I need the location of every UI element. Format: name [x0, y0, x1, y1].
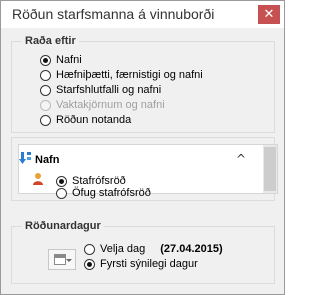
person-icon [33, 173, 43, 185]
radio-button [40, 99, 51, 111]
radio-label: Fyrsti sýnilegi dagur [100, 258, 198, 270]
radio-label: Starfshlutfalli og nafni [56, 84, 162, 96]
window-title: Röðun starfsmanna á vinnuborði [12, 6, 215, 22]
scroll-thumb[interactable] [264, 147, 276, 191]
radio-button[interactable] [56, 175, 67, 187]
sort-option-user-order[interactable]: Röðun notanda [40, 113, 131, 127]
name-option-reverse-alphabetical[interactable]: Öfug stafrófsröð [56, 186, 151, 200]
selected-date: (27.04.2015) [160, 243, 223, 255]
radio-button[interactable] [56, 187, 67, 199]
radio-button[interactable] [40, 54, 51, 66]
close-icon: ✕ [263, 7, 275, 22]
sort-option-work-ratio[interactable]: Starfshlutfalli og nafni [40, 83, 161, 97]
radio-button[interactable] [40, 69, 51, 81]
radio-label: Öfug stafrófsröð [72, 187, 151, 199]
sort-day-option-first-visible[interactable]: Fyrsti sýnilegi dagur [84, 257, 198, 271]
close-button[interactable]: ✕ [258, 5, 280, 24]
radio-button[interactable] [40, 84, 51, 96]
radio-label: Velja dag [100, 243, 146, 255]
title-bar: Röðun starfsmanna á vinnuborði ✕ [1, 1, 284, 28]
radio-label: Vaktakjörnum og nafni [56, 99, 165, 111]
collapse-chevron-icon[interactable]: ^ [236, 152, 246, 166]
radio-label: Röðun notanda [56, 114, 132, 126]
radio-button[interactable] [84, 243, 95, 255]
radio-label: Nafni [56, 54, 82, 66]
radio-button[interactable] [84, 258, 95, 270]
sort-option-skills[interactable]: Hæfniþætti, færnistigi og nafni [40, 68, 203, 82]
sort-day-label: Röðunardagur [22, 220, 104, 232]
radio-label: Hæfniþætti, færnistigi og nafni [56, 69, 203, 81]
calendar-icon [54, 254, 66, 265]
sort-down-arrow-icon [19, 152, 31, 164]
chevron-down-icon [66, 259, 72, 262]
sort-day-option-pick-day[interactable]: Velja dag (27.04.2015) [84, 242, 223, 256]
sort-option-shift-preferences: Vaktakjörnum og nafni [40, 98, 165, 112]
dialog-window: Röðun starfsmanna á vinnuborði ✕ Raða ef… [0, 0, 285, 295]
radio-button[interactable] [40, 114, 51, 126]
sort-by-label: Raða eftir [22, 35, 79, 47]
name-section-title: Nafn [35, 154, 60, 166]
sort-option-name[interactable]: Nafni [40, 53, 82, 67]
date-picker-button[interactable] [48, 249, 76, 270]
scrollbar[interactable] [263, 145, 277, 193]
sort-by-group: Raða eftir Nafni Hæfniþætti, færnistigi … [11, 35, 275, 133]
